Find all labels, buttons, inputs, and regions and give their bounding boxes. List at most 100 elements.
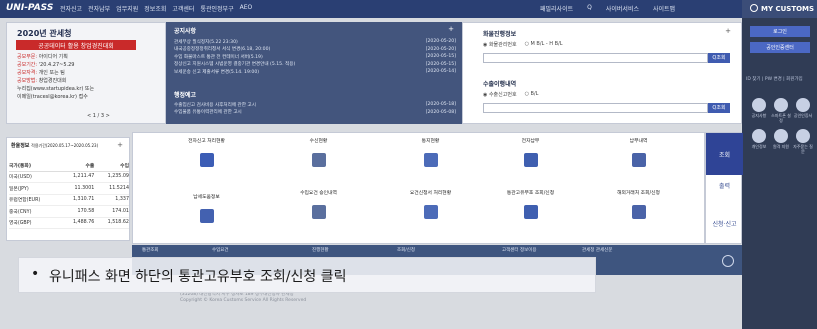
pen-icon: [199, 209, 214, 223]
export-search-button[interactable]: Q조회: [708, 103, 730, 113]
notice-more-button[interactable]: +: [448, 25, 454, 33]
tab-inquiry[interactable]: 조회: [706, 133, 743, 175]
circle-icon: [750, 4, 758, 12]
cert-icon: [796, 98, 810, 112]
banner-row: 이메일(tracesl@korea.kr) 접수: [17, 94, 88, 100]
admin-notice-title[interactable]: 행정예고: [174, 90, 196, 99]
search-document-icon: [523, 205, 538, 219]
wallet-icon: [523, 153, 538, 167]
service-tax-help[interactable]: 납세도움정보: [159, 195, 254, 223]
service-e-declare-status[interactable]: 전자신고 처리현황: [159, 139, 254, 167]
notice-item[interactable]: 수출입신고 검사비용 사후처리에 관한 고시 [2020-05-18]: [174, 101, 456, 109]
my-customs-label: MY CUSTOMS: [761, 5, 815, 13]
service-payment-history[interactable]: 납부내역: [591, 139, 686, 167]
notice-item[interactable]: 수입물품 유통이력관리에 관한 고시 [2020-05-08]: [174, 109, 456, 117]
exchange-rate-panel: 환율정보 적용기간(2020.05.17~2020.05.23) + 국가(통화…: [6, 137, 130, 241]
sitemap-link[interactable]: 사이트맵: [653, 4, 675, 13]
service-tabs: 조회 출력 신청·신고: [705, 132, 743, 244]
notice-item[interactable]: 보세운송 신고 제출서류 변경(5.14. 19:00) [2020-05-14]: [174, 68, 456, 76]
login-button[interactable]: 로그인: [750, 26, 810, 37]
cyber-service-link[interactable]: 사이버서비스: [606, 4, 639, 13]
calculator-icon: [423, 153, 438, 167]
cargo-search-button[interactable]: Q조회: [708, 53, 730, 63]
tab-print[interactable]: 출력: [706, 181, 743, 190]
radio-bl[interactable]: ○ M B/L - H B/L: [525, 41, 563, 48]
footer-copyright: Copyright © Korea Customs Service All Ri…: [180, 298, 307, 303]
rate-more-button[interactable]: +: [117, 141, 123, 149]
service-e-payment[interactable]: 전자납부: [483, 139, 578, 167]
radio-cargo-number[interactable]: ◉ 화물관리번호: [483, 41, 517, 48]
unipass-page: UNI-PASS 전자신고 전자납부 업무지원 정보조회 고객센터 통관인정부구…: [0, 0, 817, 329]
right-sidebar: 로그인 공인인증센터 ID 찾기 | PW 변경 | 회원가입 공지사항 스마트…: [742, 18, 817, 329]
menu-item-info[interactable]: 정보조회: [144, 4, 166, 13]
quick-bar-item[interactable]: 관세청 관세신문: [582, 248, 612, 253]
menu-item-e-declare[interactable]: 전자신고: [60, 4, 82, 13]
radio-export-number[interactable]: ◉ 수출신고번호: [483, 91, 517, 98]
menu-item-aeo[interactable]: AEO: [240, 4, 253, 13]
banner-row: 공모방법: 창업경진대회: [17, 78, 67, 84]
my-customs-button[interactable]: MY CUSTOMS: [742, 0, 817, 18]
quick-bar-item[interactable]: 통관조회: [142, 248, 159, 253]
quick-bar-item[interactable]: 조회/신청: [397, 248, 415, 253]
quick-bar-item[interactable]: 진행현황: [312, 248, 329, 253]
export-number-input[interactable]: [483, 103, 708, 113]
megaphone-icon: [752, 98, 766, 112]
user-icon: [774, 129, 788, 143]
quick-item-phone[interactable]: 스마트폰 설정: [770, 98, 792, 123]
cargo-tracking-panel: 화물진행정보 + ◉ 화물관리번호 ○ M B/L - H B/L Q조회 수출…: [462, 22, 742, 124]
quick-bar-item[interactable]: 고객센터 정보이용: [502, 248, 537, 253]
rate-table: 국가(통화) 수출 수입 미국(USD) 1,211.47 1,235.09 일본(JP…: [9, 160, 129, 229]
service-requirement-status[interactable]: 요건신청서 처리현황: [383, 191, 478, 219]
cargo-more-button[interactable]: +: [725, 27, 731, 35]
chart-icon: [631, 153, 646, 167]
cert-center-button[interactable]: 공인인증센터: [750, 42, 810, 53]
banner-row: 공모자격: 개인 또는 팀: [17, 70, 65, 76]
tab-apply[interactable]: 신청·신고: [706, 219, 743, 228]
cargo-radio-group: ◉ 화물관리번호 ○ M B/L - H B/L: [483, 41, 563, 48]
service-receive-status[interactable]: 수신현황: [271, 139, 366, 167]
family-site-link[interactable]: 패밀리사이트: [540, 4, 573, 13]
admin-notice-list: 수출입신고 검사비용 사후처리에 관한 고시 [2020-05-18] 수입물품 …: [174, 101, 456, 116]
notice-item[interactable]: 정상신고 지원시스템 시범운영 결중기관 변경안내 (5.15. 적용) [202…: [174, 61, 456, 69]
notice-item[interactable]: 관세무상 필식정지(5.22 23:30) [2020-05-20]: [174, 38, 456, 46]
quick-bar-item[interactable]: 수입요건: [212, 248, 229, 253]
document-icon: [311, 153, 326, 167]
quick-item-cert[interactable]: 공인인증서: [792, 98, 814, 123]
instruction-caption: • 유니패스 화면 하단의 통관고유부호 조회/신청 클릭: [18, 257, 596, 293]
arrow-icon[interactable]: [722, 255, 734, 267]
top-menu: 전자신고 전자납부 업무지원 정보조회 고객센터 통관인정부구 AEO: [60, 4, 252, 13]
notice-panel: 공지사항 + 관세무상 필식정지(5.22 23:30) [2020-05-20]…: [166, 22, 462, 124]
contest-banner[interactable]: 2020년 관세청 공공데이터 활용 창업경진대회 공모부문: 아이디어 기획 …: [6, 22, 166, 124]
notice-item[interactable]: 수입 화물마스트 통관 전 컨테이너 서버(5.19) [2020-05-15]: [174, 53, 456, 61]
quick-item-faq[interactable]: 자주묻는 질문: [792, 129, 814, 154]
notice-title[interactable]: 공지사항: [174, 26, 196, 35]
notice-item[interactable]: 내국공중정정정취리청서 서식 변경(6.18, 20:00) [2020-05-2…: [174, 46, 456, 54]
menu-item-e-payment[interactable]: 전자납부: [88, 4, 110, 13]
top-navbar: UNI-PASS 전자신고 전자납부 업무지원 정보조회 고객센터 통관인정부구…: [0, 0, 742, 18]
table-row: 미국(USD) 1,211.47 1,235.09: [9, 171, 129, 183]
top-right-links: 패밀리사이트 Q 사이버서비스 사이트맵: [540, 4, 675, 13]
service-notice-status[interactable]: 통지현황: [383, 139, 478, 167]
quick-item-privacy[interactable]: 개인정보: [748, 129, 770, 154]
service-requirement-approval[interactable]: 수입요건 승인내역: [271, 191, 366, 219]
cargo-number-input[interactable]: [483, 53, 708, 63]
menu-item-clearance[interactable]: 통관인정부구: [200, 4, 233, 13]
quick-item-notice[interactable]: 공지사항: [748, 98, 770, 123]
menu-item-support[interactable]: 업무지원: [116, 4, 138, 13]
banner-details: 공모부문: 아이디어 기획 공모기간: '20.4.27~5.29 공모자격: …: [17, 53, 94, 101]
account-links[interactable]: ID 찾기 | PW 변경 | 회원가입: [746, 76, 803, 82]
search-icon[interactable]: Q: [587, 4, 592, 13]
service-overseas-partner[interactable]: 해외거래처 조회/신청: [591, 191, 686, 219]
clipboard-icon: [311, 205, 326, 219]
banner-row: 누리집(www.startupidea.kr) 또는: [17, 86, 95, 92]
radio-export-bl[interactable]: ○ B/L: [525, 91, 539, 98]
quick-item-remote[interactable]: 원격 지원: [770, 129, 792, 154]
banner-title: 공공데이터 활용 창업경진대회: [16, 40, 136, 50]
service-customs-code[interactable]: 통관고유부호 조회/신청: [483, 191, 578, 219]
unipass-logo[interactable]: UNI-PASS: [6, 3, 53, 13]
bar-chart-icon: [199, 153, 214, 167]
notice-list: 관세무상 필식정지(5.22 23:30) [2020-05-20] 내국공중정정…: [174, 38, 456, 76]
banner-pager[interactable]: < 1 / 3 >: [87, 113, 147, 120]
caption-bullet: •: [31, 266, 40, 282]
menu-item-customer[interactable]: 고객센터: [172, 4, 194, 13]
